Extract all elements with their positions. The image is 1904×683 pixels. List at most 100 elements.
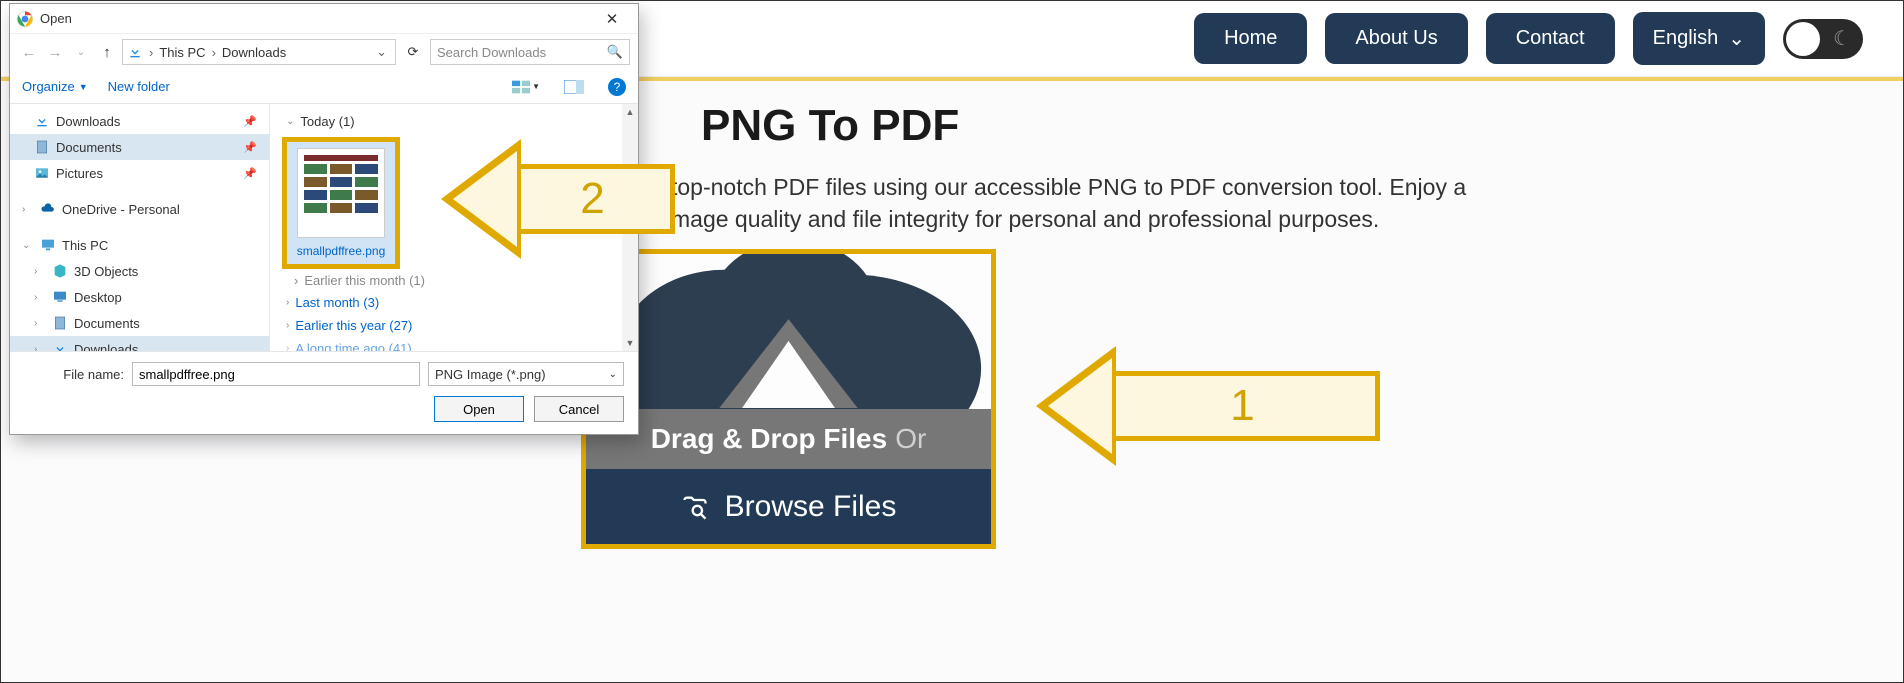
document-icon — [52, 315, 68, 331]
pin-icon: 📌 — [243, 115, 257, 128]
tree-label: Downloads — [56, 114, 120, 129]
group-label: Last month (3) — [295, 295, 379, 310]
group-last-month[interactable]: › Last month (3) — [276, 291, 638, 314]
tree-label: Desktop — [74, 290, 122, 305]
group-earlier-year[interactable]: › Earlier this year (27) — [276, 314, 638, 337]
path-chevron-icon[interactable]: › — [145, 45, 157, 60]
chevron-down-icon: ⌄ — [1728, 26, 1745, 51]
tree-item-onedrive[interactable]: › OneDrive - Personal — [10, 196, 269, 222]
group-long-time[interactable]: › A long time ago (41) — [276, 337, 638, 351]
view-options-button[interactable]: ▼ — [512, 76, 540, 98]
tree-item-pictures-quick[interactable]: Pictures 📌 — [10, 160, 269, 186]
file-thumbnail-selected[interactable]: smallpdffree.png — [282, 137, 400, 269]
expand-icon: › — [286, 320, 289, 331]
annotation-arrow-2-label: 2 — [515, 164, 675, 234]
refresh-button[interactable]: ⟳ — [400, 43, 426, 61]
onedrive-icon — [40, 201, 56, 217]
search-placeholder: Search Downloads — [437, 45, 546, 60]
help-button[interactable]: ? — [608, 78, 626, 96]
pin-icon: 📌 — [243, 167, 257, 180]
expand-icon[interactable]: › — [34, 266, 46, 277]
thumbnail-preview — [297, 148, 385, 238]
annotation-arrow-1: 1 — [1036, 346, 1380, 466]
filetype-label: PNG Image (*.png) — [435, 367, 546, 382]
group-label: Earlier this year (27) — [295, 318, 412, 333]
tree-item-documents-quick[interactable]: Documents 📌 — [10, 134, 269, 160]
path-seg-thispc[interactable]: This PC — [159, 45, 205, 60]
file-name: smallpdffree.png — [297, 244, 386, 258]
dialog-close-button[interactable]: ✕ — [592, 10, 632, 28]
scroll-down-icon[interactable]: ▼ — [622, 335, 638, 351]
preview-pane-button[interactable] — [560, 76, 588, 98]
tree-item-thispc[interactable]: ⌄ This PC — [10, 232, 269, 258]
path-dropdown-icon[interactable]: ⌄ — [372, 44, 391, 60]
nav-up-button[interactable]: ↑ — [96, 44, 118, 61]
path-seg-downloads[interactable]: Downloads — [222, 45, 286, 60]
language-select[interactable]: English ⌄ — [1633, 12, 1765, 65]
downloads-icon — [127, 44, 143, 60]
cancel-button[interactable]: Cancel — [534, 396, 624, 422]
expand-icon[interactable]: › — [22, 204, 34, 215]
annotation-arrow-2: 2 — [441, 139, 675, 259]
filetype-select[interactable]: PNG Image (*.png) ⌄ — [428, 362, 624, 386]
folder-search-icon — [681, 493, 709, 521]
expand-icon: › — [286, 297, 289, 308]
caret-down-icon: ▼ — [532, 82, 540, 91]
new-folder-button[interactable]: New folder — [108, 79, 170, 94]
expand-icon[interactable]: › — [34, 318, 46, 329]
expand-icon[interactable]: › — [34, 292, 46, 303]
filename-label: File name: — [24, 367, 124, 382]
pc-icon — [40, 237, 56, 253]
upload-dropzone[interactable]: Drag & Drop Files Or Browse Files — [581, 249, 996, 549]
organize-label: Organize — [22, 79, 75, 94]
main-content: PNG To PDF top-notch PDF files using our… — [681, 101, 1863, 235]
nav-contact[interactable]: Contact — [1486, 13, 1615, 64]
tree-item-downloads[interactable]: › Downloads — [10, 336, 269, 351]
nav-back-button[interactable]: ← — [18, 44, 40, 61]
dialog-titlebar: Open ✕ — [10, 4, 638, 34]
drag-drop-label: Drag & Drop Files Or — [586, 409, 991, 469]
nav-recent-button[interactable]: ⌄ — [70, 47, 92, 58]
nav-about[interactable]: About Us — [1325, 13, 1467, 64]
group-earlier-month[interactable]: › Earlier this month (1) — [276, 269, 638, 291]
cloud-illustration — [586, 254, 991, 409]
address-bar[interactable]: › This PC › Downloads ⌄ — [122, 39, 396, 65]
search-input[interactable]: Search Downloads 🔍 — [430, 39, 630, 65]
page-desc-line2: mage quality and file integrity for pers… — [671, 206, 1379, 232]
document-icon — [34, 139, 50, 155]
tree-item-desktop[interactable]: › Desktop — [10, 284, 269, 310]
tree-label: 3D Objects — [74, 264, 138, 279]
tree-label: This PC — [62, 238, 108, 253]
theme-toggle[interactable]: ☾ — [1783, 19, 1863, 59]
chrome-icon — [16, 10, 34, 28]
tree-item-downloads-quick[interactable]: Downloads 📌 — [10, 108, 269, 134]
browse-files-label: Browse Files — [725, 490, 897, 524]
downloads-icon — [34, 113, 50, 129]
nav-forward-button[interactable]: → — [44, 44, 66, 61]
tree-item-documents[interactable]: › Documents — [10, 310, 269, 336]
open-button[interactable]: Open — [434, 396, 524, 422]
moon-icon: ☾ — [1833, 26, 1851, 51]
browse-files-button[interactable]: Browse Files — [586, 469, 991, 544]
search-icon: 🔍 — [607, 44, 623, 60]
scroll-up-icon[interactable]: ▲ — [622, 104, 638, 120]
filename-input[interactable] — [132, 362, 420, 386]
expand-icon[interactable]: › — [34, 344, 46, 352]
nav-home[interactable]: Home — [1194, 13, 1307, 64]
collapse-icon[interactable]: ⌄ — [22, 240, 34, 251]
dialog-nav: ← → ⌄ ↑ › This PC › Downloads ⌄ ⟳ Search… — [10, 34, 638, 70]
drag-drop-text: Drag & Drop Files — [651, 423, 887, 455]
group-today[interactable]: ⌄ Today (1) — [276, 110, 638, 133]
tree-label: Documents — [74, 316, 140, 331]
nav-tree: Downloads 📌 Documents 📌 Pictures 📌 › One… — [10, 104, 270, 351]
path-chevron-icon[interactable]: › — [208, 45, 220, 60]
group-label: A long time ago (41) — [295, 341, 411, 351]
tree-label: Documents — [56, 140, 122, 155]
caret-down-icon: ▼ — [79, 82, 88, 92]
theme-toggle-knob — [1786, 22, 1820, 56]
desktop-icon — [52, 289, 68, 305]
organize-menu[interactable]: Organize ▼ — [22, 79, 88, 94]
annotation-arrow-1-label: 1 — [1110, 371, 1380, 441]
page-description: top-notch PDF files using our accessible… — [671, 171, 1863, 235]
tree-item-3dobjects[interactable]: › 3D Objects — [10, 258, 269, 284]
